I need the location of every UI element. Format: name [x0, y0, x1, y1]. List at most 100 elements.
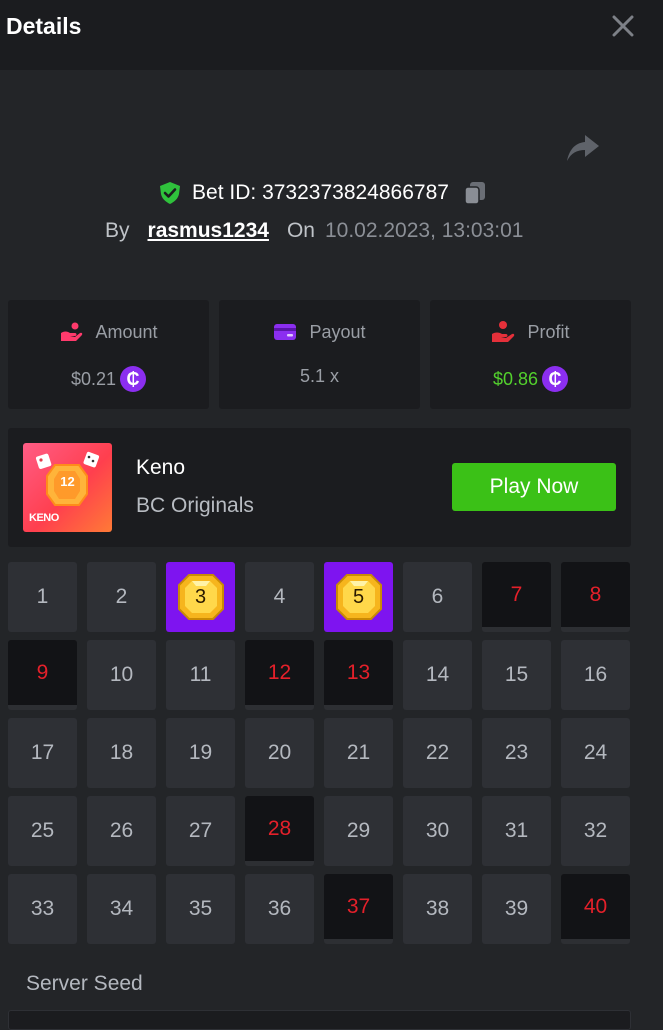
keno-cell-number: 16 — [583, 663, 608, 686]
card-icon — [274, 324, 297, 340]
keno-cell-2[interactable]: 2 — [87, 562, 156, 632]
keno-cell-3[interactable]: 3 — [166, 562, 235, 632]
keno-cell-40[interactable]: 40 — [561, 874, 630, 944]
keno-cell-30[interactable]: 30 — [403, 796, 472, 866]
gem-icon: 5 — [334, 572, 384, 622]
keno-cell-21[interactable]: 21 — [324, 718, 393, 788]
keno-cell-8[interactable]: 8 — [561, 562, 630, 632]
amount-value: $0.21 — [70, 368, 117, 389]
keno-cell-25[interactable]: 25 — [8, 796, 77, 866]
share-icon — [567, 135, 599, 161]
keno-cell-39[interactable]: 39 — [482, 874, 551, 944]
keno-cell-13[interactable]: 13 — [324, 640, 393, 710]
keno-cell-number: 38 — [425, 897, 450, 920]
keno-cell-16[interactable]: 16 — [561, 640, 630, 710]
keno-cell-number: 36 — [267, 897, 292, 920]
profit-card: Profit $0.86 ₵ — [430, 300, 631, 409]
payout-value: 5.1 x — [299, 366, 340, 386]
keno-cell-18[interactable]: 18 — [87, 718, 156, 788]
keno-cell-number: 40 — [583, 894, 608, 918]
keno-cell-34[interactable]: 34 — [87, 874, 156, 944]
bet-id-row: Bet ID: 3732373824866787 — [0, 178, 663, 208]
keno-cell-5[interactable]: 5 — [324, 562, 393, 632]
thumb-number: 12 — [60, 474, 75, 489]
coin-icon: ₵ — [542, 366, 569, 392]
profit-label: Profit — [527, 321, 570, 342]
payout-card: Payout 5.1 x — [219, 300, 420, 409]
keno-cell-38[interactable]: 38 — [403, 874, 472, 944]
keno-cell-19[interactable]: 19 — [166, 718, 235, 788]
keno-cell-35[interactable]: 35 — [166, 874, 235, 944]
keno-cell-number: 23 — [504, 741, 529, 764]
keno-cell-number: 13 — [346, 660, 371, 684]
on-label: On — [286, 219, 315, 242]
keno-board: 1 2 3 4 5 6 7 8 9 10 11 12 13 14 15 16 17 18 19 20 21 22 23 24 2… — [8, 562, 632, 944]
details-header: Details — [0, 0, 663, 70]
keno-cell-number: 2 — [115, 585, 128, 608]
keno-cell-number: 24 — [583, 741, 608, 764]
keno-cell-11[interactable]: 11 — [166, 640, 235, 710]
keno-cell-4[interactable]: 4 — [245, 562, 314, 632]
amount-card: Amount $0.21 ₵ — [8, 300, 209, 409]
keno-cell-number: 37 — [346, 894, 371, 918]
by-label: By — [105, 219, 130, 242]
keno-cell-7[interactable]: 7 — [482, 562, 551, 632]
keno-cell-9[interactable]: 9 — [8, 640, 77, 710]
shield-check-icon — [160, 182, 181, 204]
keno-cell-33[interactable]: 33 — [8, 874, 77, 944]
keno-cell-number: 8 — [589, 582, 602, 606]
username-link[interactable]: rasmus1234 — [148, 219, 269, 243]
keno-cell-22[interactable]: 22 — [403, 718, 472, 788]
keno-cell-number: 26 — [109, 819, 134, 842]
close-button[interactable] — [608, 11, 638, 41]
profit-value: $0.86 — [492, 368, 539, 389]
keno-cell-6[interactable]: 6 — [403, 562, 472, 632]
keno-cell-number: 35 — [188, 897, 213, 920]
keno-cell-37[interactable]: 37 — [324, 874, 393, 944]
game-thumbnail[interactable]: 12 KENO — [23, 443, 112, 532]
keno-cell-14[interactable]: 14 — [403, 640, 472, 710]
keno-cell-26[interactable]: 26 — [87, 796, 156, 866]
keno-cell-29[interactable]: 29 — [324, 796, 393, 866]
keno-cell-number: 15 — [504, 663, 529, 686]
share-button[interactable] — [565, 131, 601, 165]
keno-cell-10[interactable]: 10 — [87, 640, 156, 710]
keno-cell-number: 31 — [504, 819, 529, 842]
keno-cell-number: 12 — [267, 660, 292, 684]
keno-cell-number: 1 — [36, 585, 49, 608]
bet-meta: By rasmus1234 On 10.02.2023, 13:03:01 — [105, 216, 523, 246]
copy-icon[interactable] — [463, 180, 487, 206]
keno-cell-15[interactable]: 15 — [482, 640, 551, 710]
keno-cell-32[interactable]: 32 — [561, 796, 630, 866]
keno-cell-number: 6 — [431, 585, 444, 608]
amount-label: Amount — [95, 321, 158, 342]
keno-cell-12[interactable]: 12 — [245, 640, 314, 710]
thumb-label: KENO — [29, 512, 59, 524]
keno-cell-17[interactable]: 17 — [8, 718, 77, 788]
play-now-button[interactable]: Play Now — [452, 463, 616, 511]
keno-cell-28[interactable]: 28 — [245, 796, 314, 866]
keno-cell-number: 21 — [346, 741, 371, 764]
keno-cell-number: 39 — [504, 897, 529, 920]
game-provider: BC Originals — [136, 494, 254, 517]
keno-cell-20[interactable]: 20 — [245, 718, 314, 788]
keno-cell-36[interactable]: 36 — [245, 874, 314, 944]
hand-coins-icon — [61, 322, 83, 341]
keno-cell-number: 7 — [510, 582, 523, 606]
keno-cell-number: 5 — [352, 585, 365, 608]
bet-datetime: 10.02.2023, 13:03:01 — [324, 219, 524, 242]
keno-cell-number: 18 — [109, 741, 134, 764]
keno-cell-1[interactable]: 1 — [8, 562, 77, 632]
server-seed-field[interactable] — [8, 1010, 631, 1030]
keno-cell-number: 29 — [346, 819, 371, 842]
keno-cell-number: 33 — [30, 897, 55, 920]
keno-cell-23[interactable]: 23 — [482, 718, 551, 788]
keno-cell-number: 11 — [189, 663, 212, 686]
keno-cell-24[interactable]: 24 — [561, 718, 630, 788]
coin-icon: ₵ — [120, 366, 147, 392]
bet-id: Bet ID: 3732373824866787 — [192, 181, 449, 204]
close-icon — [612, 15, 634, 37]
keno-cell-number: 32 — [583, 819, 608, 842]
keno-cell-31[interactable]: 31 — [482, 796, 551, 866]
keno-cell-27[interactable]: 27 — [166, 796, 235, 866]
